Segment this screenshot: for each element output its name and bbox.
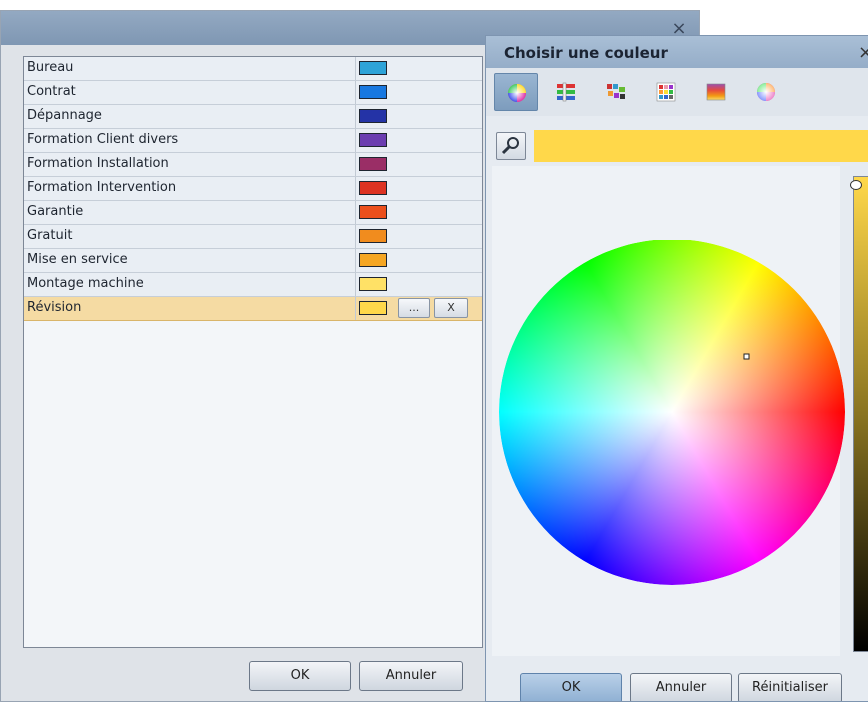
color-swatch[interactable] xyxy=(359,253,387,267)
color-swatch[interactable] xyxy=(359,205,387,219)
color-wheel-tab[interactable] xyxy=(494,73,538,111)
color-swatch[interactable] xyxy=(359,85,387,99)
gradient-icon xyxy=(706,83,726,101)
column-divider xyxy=(355,81,356,104)
list-item-selected[interactable]: Révision ... X xyxy=(24,297,482,321)
color-swatch[interactable] xyxy=(359,229,387,243)
gradient-tab[interactable] xyxy=(694,73,738,111)
category-label: Contrat xyxy=(27,84,76,99)
color-names-icon xyxy=(607,84,625,99)
category-label: Bureau xyxy=(27,60,74,75)
color-picker-dialog: Choisir une couleur × xyxy=(485,35,868,702)
browse-color-button[interactable]: ... xyxy=(398,298,430,318)
category-list: Bureau Contrat Dépannage Formation Clien… xyxy=(23,56,483,648)
color-wheel[interactable] xyxy=(498,240,848,590)
color-names-tab[interactable] xyxy=(594,73,638,111)
list-item[interactable]: Gratuit xyxy=(24,225,482,249)
column-divider xyxy=(355,297,356,320)
category-label: Gratuit xyxy=(27,228,73,243)
color-swatch[interactable] xyxy=(359,301,387,315)
column-divider xyxy=(355,153,356,176)
list-item[interactable]: Formation Installation xyxy=(24,153,482,177)
color-swatch[interactable] xyxy=(359,181,387,195)
category-label: Formation Installation xyxy=(27,156,169,171)
column-divider xyxy=(355,57,356,80)
list-item[interactable]: Contrat xyxy=(24,81,482,105)
wheel-selector[interactable] xyxy=(743,353,750,360)
brightness-slider[interactable] xyxy=(853,176,868,652)
close-icon[interactable]: × xyxy=(858,42,868,63)
palette-grid-tab[interactable] xyxy=(644,73,688,111)
color-picker-titlebar: Choisir une couleur × xyxy=(486,36,868,68)
list-item[interactable]: Garantie xyxy=(24,201,482,225)
cancel-button[interactable]: Annuler xyxy=(630,673,732,701)
list-item[interactable]: Bureau xyxy=(24,57,482,81)
color-wheel-area xyxy=(492,166,845,656)
list-item[interactable]: Mise en service xyxy=(24,249,482,273)
column-divider xyxy=(355,249,356,272)
sliders-icon xyxy=(557,82,575,102)
category-label: Révision xyxy=(27,300,82,315)
dialog-title: Choisir une couleur xyxy=(504,44,668,62)
color-wheel-icon xyxy=(508,84,526,102)
hsv-circle-tab[interactable] xyxy=(744,73,788,111)
ok-button[interactable]: OK xyxy=(520,673,622,701)
column-divider xyxy=(355,201,356,224)
category-label: Formation Intervention xyxy=(27,180,177,195)
column-divider xyxy=(355,177,356,200)
list-item[interactable]: Dépannage xyxy=(24,105,482,129)
palette-grid-icon xyxy=(656,82,676,102)
category-label: Montage machine xyxy=(27,276,144,291)
category-label: Dépannage xyxy=(27,108,102,123)
color-swatch[interactable] xyxy=(359,61,387,75)
cancel-button[interactable]: Annuler xyxy=(359,661,463,691)
list-item[interactable]: Formation Intervention xyxy=(24,177,482,201)
color-swatch[interactable] xyxy=(359,109,387,123)
color-swatch[interactable] xyxy=(359,157,387,171)
eyedropper-button[interactable] xyxy=(496,132,526,160)
eyedropper-icon xyxy=(501,137,519,155)
column-divider xyxy=(355,273,356,296)
list-item[interactable]: Montage machine xyxy=(24,273,482,297)
picker-mode-toolbar xyxy=(486,68,868,116)
hsv-circle-icon xyxy=(757,83,775,101)
brightness-slider-handle[interactable] xyxy=(850,180,862,190)
clear-color-button[interactable]: X xyxy=(434,298,468,318)
ok-button[interactable]: OK xyxy=(249,661,351,691)
category-label: Formation Client divers xyxy=(27,132,179,147)
reset-button[interactable]: Réinitialiser xyxy=(738,673,842,701)
color-swatch[interactable] xyxy=(359,133,387,147)
column-divider xyxy=(355,105,356,128)
sliders-tab[interactable] xyxy=(544,73,588,111)
category-label: Mise en service xyxy=(27,252,128,267)
column-divider xyxy=(355,225,356,248)
column-divider xyxy=(355,129,356,152)
list-item[interactable]: Formation Client divers xyxy=(24,129,482,153)
category-label: Garantie xyxy=(27,204,84,219)
current-color-preview xyxy=(534,130,868,162)
color-swatch[interactable] xyxy=(359,277,387,291)
